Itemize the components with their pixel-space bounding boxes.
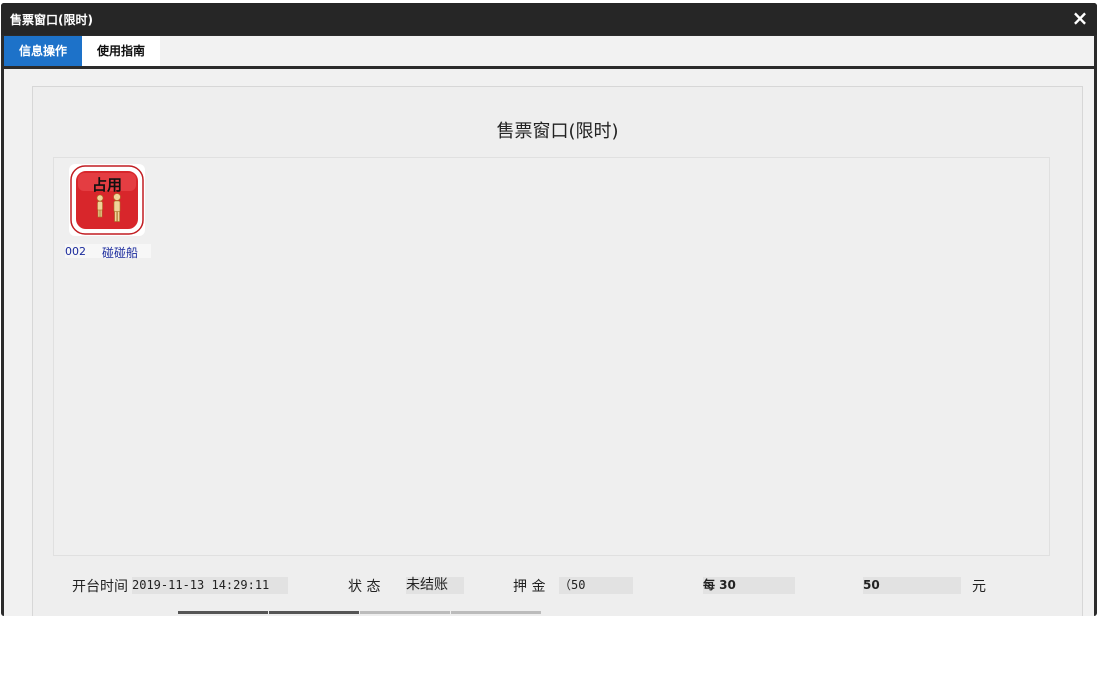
content-area: 售票窗口(限时) 占用 002 碰碰船 开台时间 2019-11-13 14:2… xyxy=(4,69,1094,616)
action-button-edge[interactable] xyxy=(360,611,450,614)
occupied-status-icon: 占用 xyxy=(69,164,145,236)
window-title: 售票窗口(限时) xyxy=(10,13,93,27)
deposit-label: 押 金 xyxy=(513,579,546,595)
tab-info-operation[interactable]: 信息操作 xyxy=(4,36,82,66)
open-time-field[interactable]: 2019-11-13 14:29:11 xyxy=(132,577,288,594)
currency-unit: 元 xyxy=(972,579,986,595)
action-button-edge[interactable] xyxy=(269,611,359,614)
rate-per-field[interactable]: 每 30 xyxy=(703,577,795,594)
status-field[interactable]: 未结账 xyxy=(406,577,464,594)
close-icon[interactable]: × xyxy=(1071,7,1089,29)
table-name: 碰碰船 xyxy=(102,246,139,260)
amount-field[interactable]: 50 xyxy=(863,577,961,594)
tab-user-guide[interactable]: 使用指南 xyxy=(82,36,160,66)
table-label: 002 碰碰船 xyxy=(65,244,151,260)
table-tile[interactable]: 占用 002 碰碰船 xyxy=(65,164,155,260)
table-number: 002 xyxy=(65,245,86,258)
main-panel: 售票窗口(限时) 占用 002 碰碰船 开台时间 2019-11-13 14:2… xyxy=(32,86,1083,616)
svg-text:占用: 占用 xyxy=(92,176,122,194)
table-grid: 占用 002 碰碰船 xyxy=(53,157,1050,556)
session-info-row: 开台时间 2019-11-13 14:29:11 状 态 未结账 押 金 （50… xyxy=(33,575,1082,597)
title-bar: 售票窗口(限时) × xyxy=(1,3,1097,35)
deposit-field[interactable]: （50 xyxy=(559,577,633,594)
open-time-label: 开台时间 xyxy=(72,579,128,595)
action-button-edge[interactable] xyxy=(178,611,268,614)
status-label: 状 态 xyxy=(348,579,381,595)
tab-bar: 信息操作 使用指南 xyxy=(4,36,1094,66)
action-button-edge[interactable] xyxy=(451,611,541,614)
people-icon: 占用 xyxy=(70,165,144,235)
dialog-window: 售票窗口(限时) × 信息操作 使用指南 售票窗口(限时) 占用 002 碰碰船… xyxy=(1,3,1097,616)
page-title: 售票窗口(限时) xyxy=(496,121,619,142)
